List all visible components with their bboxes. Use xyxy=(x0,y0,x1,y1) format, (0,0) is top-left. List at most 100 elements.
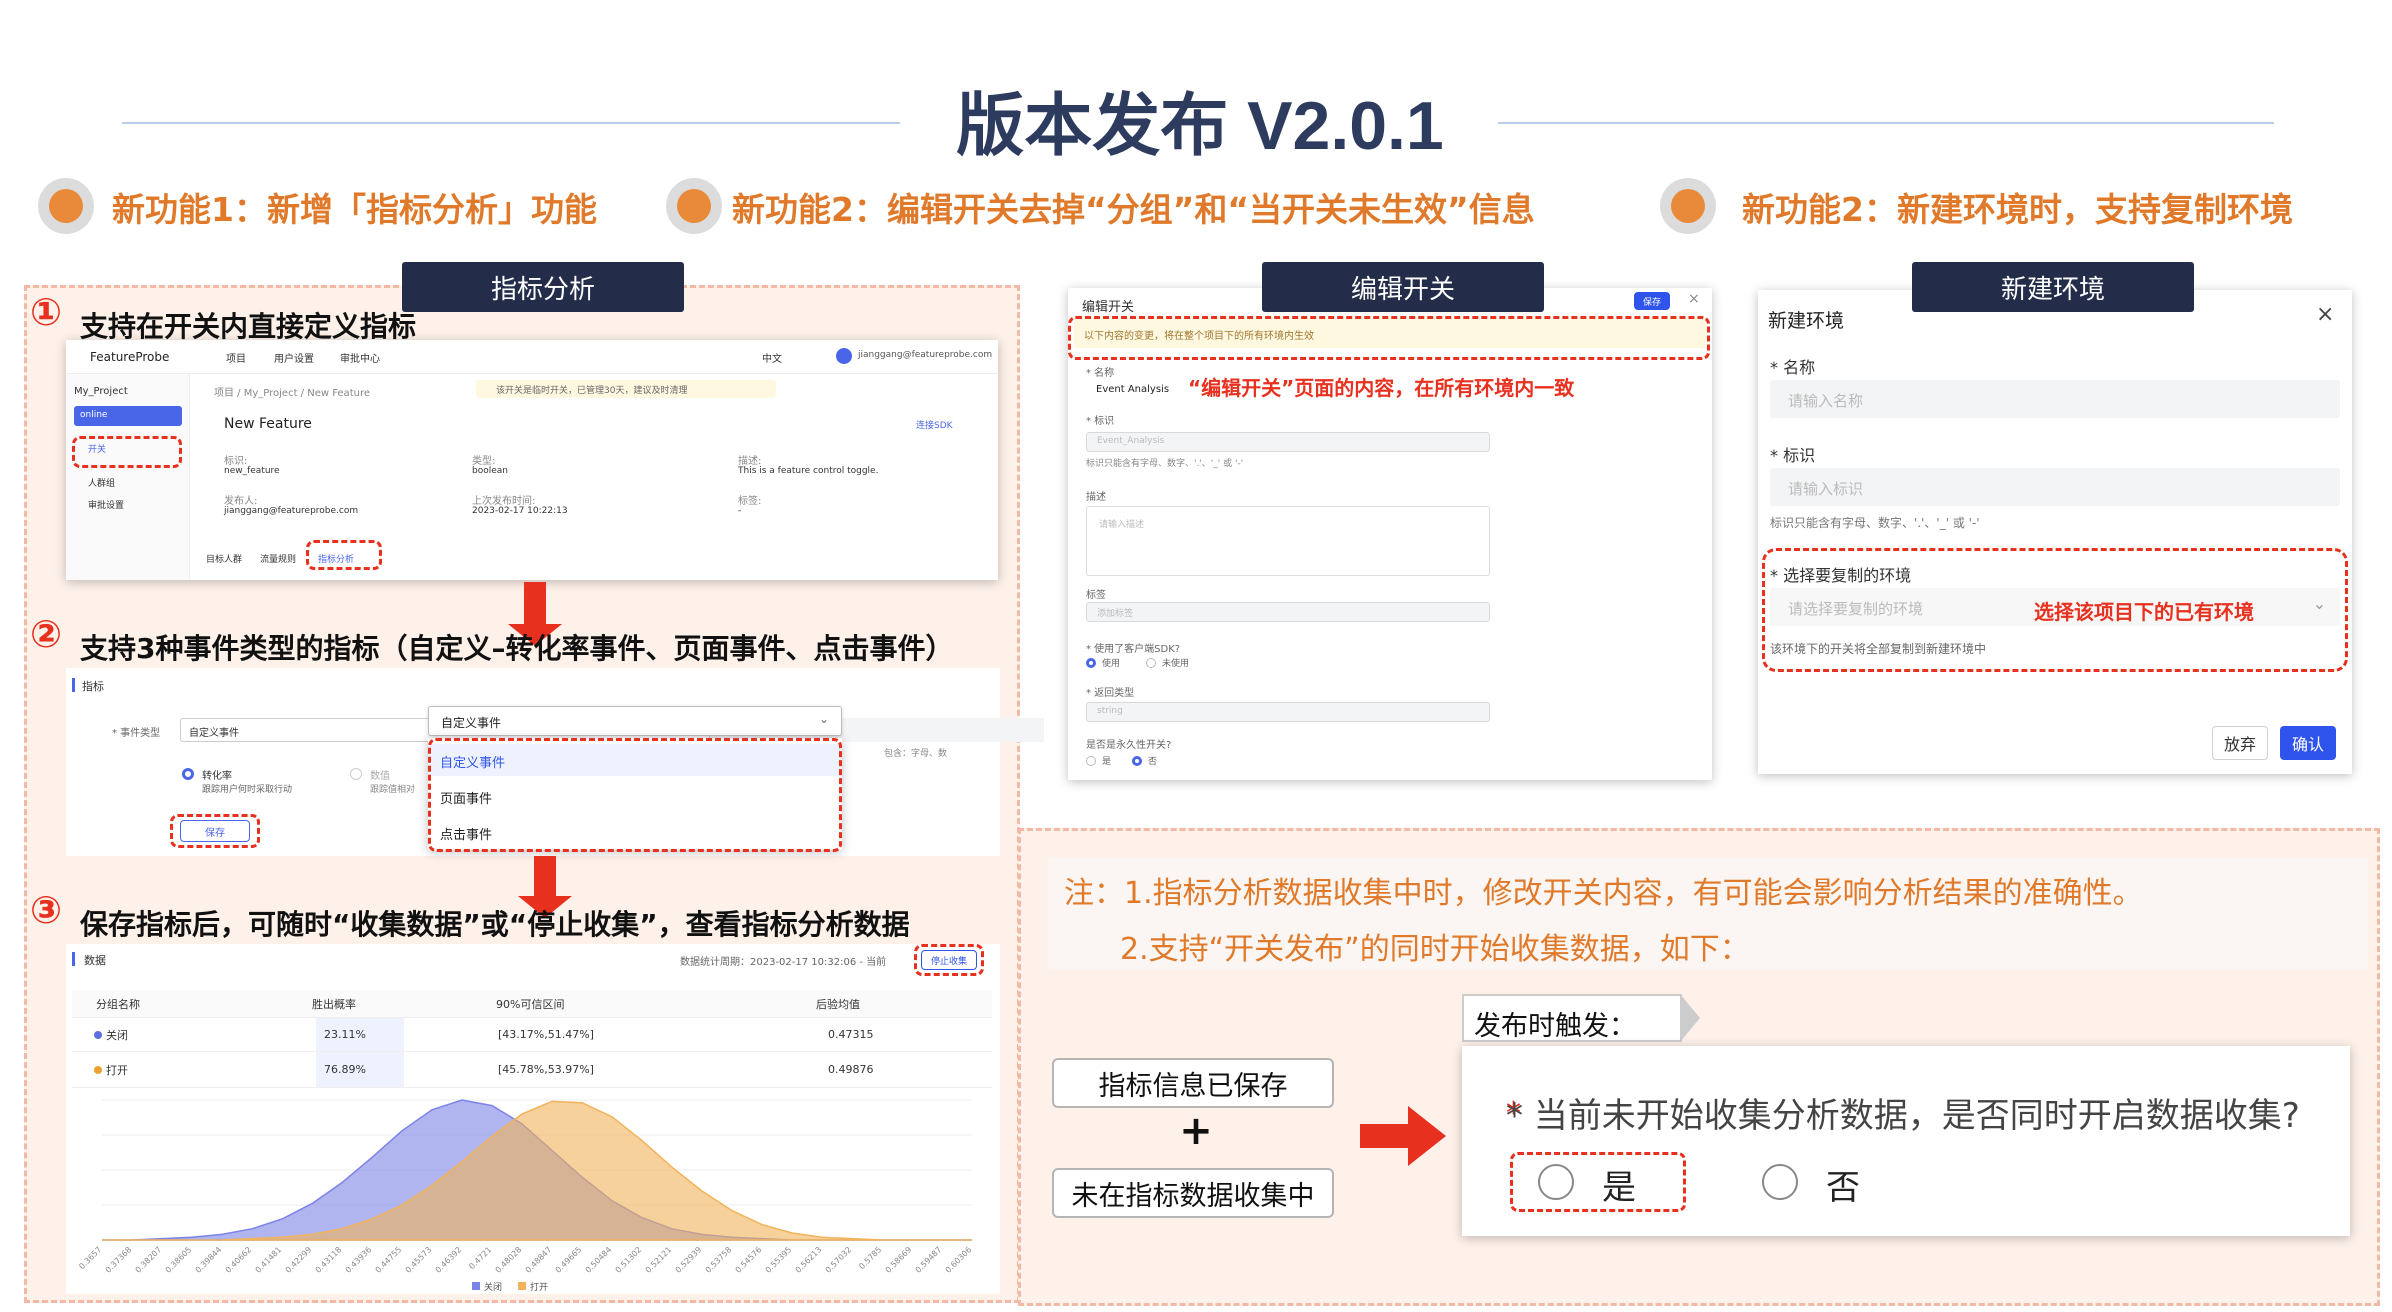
edit-toggle-tag: 编辑开关 xyxy=(1262,262,1544,312)
radio-conversion-desc: 跟踪用户何时采取行动 xyxy=(202,785,293,795)
cancel-button[interactable]: 放弃 xyxy=(2212,726,2268,760)
radio-permanent-no-label: 否 xyxy=(1148,757,1158,767)
radio-conversion[interactable] xyxy=(182,768,194,780)
x-tick-label: 0.42299 xyxy=(284,1245,314,1275)
return-type-label: * 返回类型 xyxy=(1086,688,1135,699)
title-divider-right xyxy=(1498,122,2274,124)
logo[interactable]: FeatureProbe xyxy=(90,350,169,364)
radio-numeric[interactable] xyxy=(350,768,362,780)
desc-label: 描述 xyxy=(1086,492,1106,503)
meta-type-value: boolean xyxy=(472,466,508,476)
feature-detail-screenshot: FeatureProbe 项目 用户设置 审批中心 中文 jianggang@f… xyxy=(66,340,998,580)
meta-tags-label: 标签: xyxy=(738,496,762,507)
nav-projects[interactable]: 项目 xyxy=(226,350,246,365)
feature-text-2: 新功能2：编辑开关去掉“分组”和“当开关未生效”信息 xyxy=(732,190,1535,229)
legend-swatch-1[interactable] xyxy=(518,1282,526,1290)
copy-env-highlight xyxy=(1762,548,2348,672)
close-icon[interactable]: × xyxy=(1688,291,1700,307)
stop-collect-button[interactable]: 停止收集 xyxy=(921,950,977,970)
step3-number: ③ xyxy=(30,888,63,932)
env-select[interactable]: online xyxy=(74,406,182,426)
confirm-button[interactable]: 确认 xyxy=(2280,726,2336,760)
legend-swatch-0[interactable] xyxy=(472,1282,480,1290)
feature-text-3: 新功能2：新建环境时，支持复制环境 xyxy=(1742,190,2293,229)
event-type-dropdown-trigger[interactable]: 自定义事件 ⌄ xyxy=(428,706,842,736)
new-env-tag: 新建环境 xyxy=(1912,262,2194,312)
key-label: * 标识 xyxy=(1086,416,1115,427)
radio-no[interactable] xyxy=(1762,1164,1798,1200)
legend-label-0: 关闭 xyxy=(484,1281,502,1293)
app-sidebar: My_Project online 开关 人群组 审批设置 xyxy=(66,374,190,580)
row-prob: 76.89% xyxy=(324,1063,366,1076)
name-label: * 名称 xyxy=(1086,368,1115,379)
key-hint: 标识只能含有字母、数字、'.'、'_' 或 '-' xyxy=(1086,459,1244,469)
note-line-1: 注：1.指标分析数据收集中时，修改开关内容，有可能会影响分析结果的准确性。 xyxy=(1064,876,2143,911)
x-tick-label: 0.39844 xyxy=(194,1245,224,1275)
row-ci: [43.17%,51.47%] xyxy=(498,1028,594,1041)
right-arrow-body xyxy=(1360,1124,1412,1148)
x-tick-label: 0.53758 xyxy=(704,1245,734,1275)
nav-approvals[interactable]: 审批中心 xyxy=(340,350,380,365)
env-name-input[interactable]: 请输入名称 xyxy=(1770,380,2340,418)
meta-publisher-label: 发布人: xyxy=(224,496,258,507)
right-arrow-head xyxy=(1408,1106,1446,1166)
breadcrumb: 项目 / My_Project / New Feature xyxy=(214,388,370,399)
nav-user-settings[interactable]: 用户设置 xyxy=(274,350,314,365)
x-tick-label: 0.38605 xyxy=(164,1245,194,1275)
tab-traffic[interactable]: 流量规则 xyxy=(260,552,296,565)
env-key-hint: 标识只能含有字母、数字、'.'、'_' 或 '-' xyxy=(1770,516,1980,530)
desc-placeholder: 请输入描述 xyxy=(1099,520,1145,530)
name-value[interactable]: Event Analysis xyxy=(1096,384,1169,395)
x-tick-label: 0.54576 xyxy=(734,1245,764,1275)
metric-data-screenshot: 数据 数据统计周期：2023-02-17 10:32:06 - 当前 停止收集 … xyxy=(66,944,1000,1294)
radio-permanent-no[interactable] xyxy=(1132,756,1142,766)
radio-numeric-label: 数值 xyxy=(370,771,390,782)
env-select-value: online xyxy=(80,410,108,420)
env-key-input[interactable]: 请输入标识 xyxy=(1770,468,2340,506)
metric-analysis-tag: 指标分析 xyxy=(402,262,684,312)
radio-permanent-yes[interactable] xyxy=(1086,756,1096,766)
row-mean: 0.49876 xyxy=(828,1063,874,1076)
posterior-distribution-chart: 0.3657 0.37368 0.38207 0.38605 0.39844 0.4066… xyxy=(77,1099,973,1293)
lang-switch[interactable]: 中文 xyxy=(762,350,782,365)
meta-tags-value: - xyxy=(738,506,742,516)
x-tick-label: 0.49665 xyxy=(554,1245,584,1275)
return-type-value: string xyxy=(1097,706,1123,716)
x-tick-label: 0.55395 xyxy=(764,1245,794,1275)
row-prob: 23.11% xyxy=(324,1028,366,1041)
radio-use-sdk[interactable] xyxy=(1086,658,1096,668)
tags-select[interactable]: 添加标签 xyxy=(1086,602,1490,622)
radio-no-sdk-label: 未使用 xyxy=(1162,659,1190,669)
data-section-bar xyxy=(72,952,75,966)
x-tick-label: 0.50484 xyxy=(584,1245,614,1275)
feature-dot-3 xyxy=(1660,178,1716,234)
trigger-tag-point xyxy=(1680,994,1700,1042)
avatar[interactable] xyxy=(836,348,852,364)
metric-save-button[interactable]: 保存 xyxy=(180,820,250,842)
edit-save-button[interactable]: 保存 xyxy=(1634,292,1670,310)
sidebar-item-approval-settings[interactable]: 审批设置 xyxy=(88,498,124,511)
header-win-prob: 胜出概率 xyxy=(312,997,356,1011)
x-tick-label: 0.52939 xyxy=(674,1245,704,1275)
new-environment-window: 新建环境 × * 名称 请输入名称 * 标识 请输入标识 标识只能含有字母、数字… xyxy=(1758,290,2352,774)
data-table-header: 分组名称 胜出概率 90%可信区间 后验均值 xyxy=(72,990,992,1018)
x-tick-label: 0.41481 xyxy=(254,1245,284,1275)
event-type-value: 自定义事件 xyxy=(189,728,239,739)
toggle-menu-highlight xyxy=(72,436,182,468)
tab-targeting[interactable]: 目标人群 xyxy=(206,552,242,565)
radio-no-sdk[interactable] xyxy=(1146,658,1156,668)
collect-question: * 当前未开始收集分析数据，是否同时开启数据收集? xyxy=(1506,1096,2300,1136)
row-name: 打开 xyxy=(106,1063,128,1077)
sidebar-item-segments[interactable]: 人群组 xyxy=(88,476,115,489)
meta-desc-label: 描述: xyxy=(738,456,762,467)
meta-type-label: 类型: xyxy=(472,456,496,467)
row-mean: 0.47315 xyxy=(828,1028,874,1041)
step1-text: 支持在开关内直接定义指标 xyxy=(80,310,417,343)
desc-textarea[interactable]: 请输入描述 xyxy=(1086,506,1490,576)
dropdown-options-highlight xyxy=(428,738,842,852)
env-key-label: * 标识 xyxy=(1770,446,1816,465)
env-key-placeholder: 请输入标识 xyxy=(1788,480,1864,498)
connect-sdk-link[interactable]: 连接SDK xyxy=(916,418,953,431)
close-icon[interactable]: × xyxy=(2316,302,2334,327)
project-name: My_Project xyxy=(74,386,128,397)
